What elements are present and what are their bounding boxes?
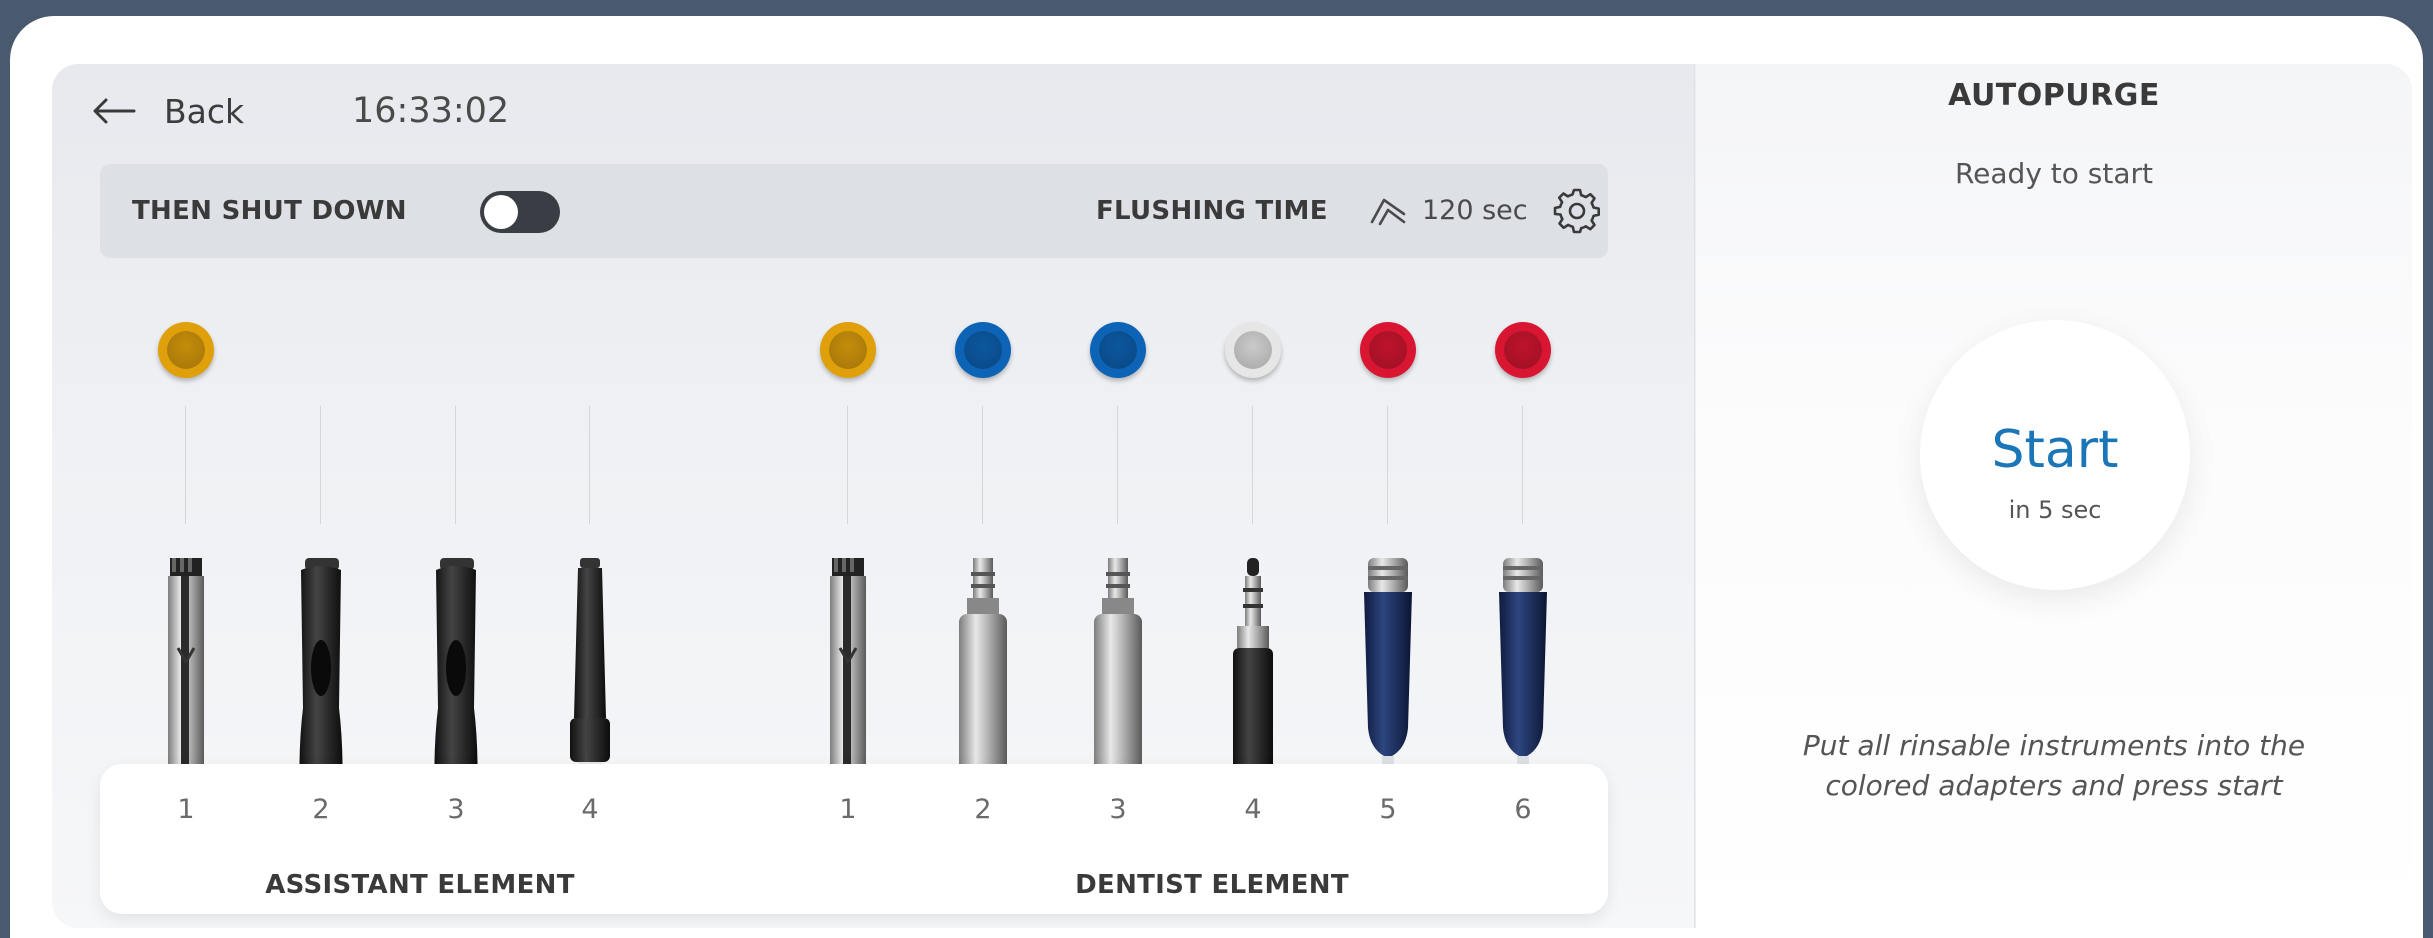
start-countdown: in 5 sec bbox=[2008, 496, 2102, 524]
guide-line bbox=[1387, 406, 1388, 524]
water-jet-icon bbox=[1370, 198, 1406, 226]
clock: 16:33:02 bbox=[352, 91, 510, 131]
shutdown-toggle[interactable] bbox=[480, 191, 560, 233]
white-adapter bbox=[1225, 322, 1281, 378]
assistant-slot-3 bbox=[416, 322, 496, 822]
gear-icon[interactable] bbox=[1552, 186, 1602, 236]
shutdown-label: THEN SHUT DOWN bbox=[132, 196, 407, 226]
dentist-slot-number: 5 bbox=[1379, 794, 1397, 825]
instructions-line-1: Put all rinsable instruments into the bbox=[1802, 729, 2306, 762]
dentist-slot-1 bbox=[808, 322, 888, 822]
device-frame: Back 16:33:02 THEN SHUT DOWN FLUSHING TI… bbox=[10, 16, 2423, 938]
start-button[interactable]: Start in 5 sec bbox=[1920, 320, 2190, 590]
assistant-slot-number: 2 bbox=[312, 794, 330, 825]
back-label: Back bbox=[164, 91, 245, 131]
guide-line bbox=[1252, 406, 1253, 524]
guide-line bbox=[185, 406, 186, 524]
red-adapter bbox=[1360, 322, 1416, 378]
dentist-slot-number: 4 bbox=[1244, 794, 1262, 825]
toggle-knob bbox=[484, 195, 518, 229]
assistant-slot-number: 1 bbox=[177, 794, 195, 825]
dentist-slot-6 bbox=[1483, 322, 1563, 822]
blue-adapter bbox=[955, 322, 1011, 378]
dentist-slot-3 bbox=[1078, 322, 1158, 822]
blue-adapter bbox=[1090, 322, 1146, 378]
dentist-slot-5 bbox=[1348, 322, 1428, 822]
dentist-slot-number: 6 bbox=[1514, 794, 1532, 825]
guide-line bbox=[589, 406, 590, 524]
dentist-slot-number: 1 bbox=[839, 794, 857, 825]
guide-line bbox=[847, 406, 848, 524]
dentist-slot-number: 3 bbox=[1109, 794, 1127, 825]
guide-line bbox=[982, 406, 983, 524]
dentist-element-label: DENTIST ELEMENT bbox=[1075, 870, 1349, 900]
flushing-time-label: FLUSHING TIME bbox=[1096, 196, 1328, 226]
autopurge-screen: Back 16:33:02 THEN SHUT DOWN FLUSHING TI… bbox=[52, 64, 2412, 928]
assistant-slot-1 bbox=[146, 322, 226, 822]
autopurge-title: AUTOPURGE bbox=[1948, 78, 2160, 113]
guide-line bbox=[455, 406, 456, 524]
assistant-slot-number: 4 bbox=[581, 794, 599, 825]
instruments-panel: Back 16:33:02 THEN SHUT DOWN FLUSHING TI… bbox=[52, 64, 1694, 928]
assistant-slot-2 bbox=[281, 322, 361, 822]
guide-line bbox=[320, 406, 321, 524]
autopurge-status: Ready to start bbox=[1954, 157, 2154, 190]
dentist-slot-number: 2 bbox=[974, 794, 992, 825]
settings-bar: THEN SHUT DOWN FLUSHING TIME 120 sec bbox=[100, 164, 1608, 258]
instructions-text: Put all rinsable instruments into the co… bbox=[1756, 726, 2352, 806]
guide-line bbox=[1522, 406, 1523, 524]
assistant-element-label: ASSISTANT ELEMENT bbox=[265, 870, 575, 900]
dentist-slot-2 bbox=[943, 322, 1023, 822]
arrow-left-icon bbox=[93, 98, 136, 124]
autopurge-panel: AUTOPURGE Ready to start Start in 5 sec … bbox=[1696, 64, 2412, 928]
dentist-slot-4 bbox=[1213, 322, 1293, 822]
instructions-line-2: colored adapters and press start bbox=[1825, 769, 2283, 802]
assistant-slot-number: 3 bbox=[447, 794, 465, 825]
red-adapter bbox=[1495, 322, 1551, 378]
gold-adapter bbox=[820, 322, 876, 378]
assistant-slot-4 bbox=[550, 322, 630, 822]
gold-adapter bbox=[158, 322, 214, 378]
guide-line bbox=[1117, 406, 1118, 524]
start-label: Start bbox=[1991, 420, 2119, 480]
flushing-time-value: 120 sec bbox=[1422, 195, 1528, 226]
back-button[interactable]: Back bbox=[92, 84, 244, 138]
